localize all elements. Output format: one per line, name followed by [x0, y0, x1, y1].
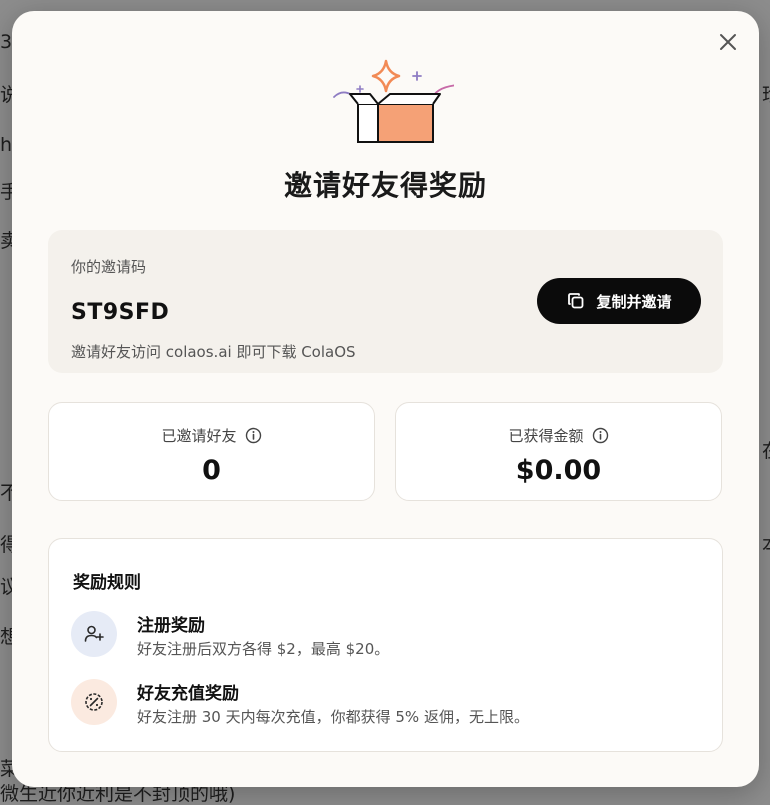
background-text: 微生近你近利是不封顶的哦): [0, 783, 236, 805]
background-text: 在: [762, 442, 770, 461]
background-text: 本: [762, 536, 770, 555]
close-icon: [720, 34, 736, 50]
background-text: 珍: [762, 86, 770, 105]
user-plus-icon: [71, 611, 117, 657]
info-icon[interactable]: [245, 427, 262, 444]
earned-amount-card: 已获得金额 $0.00: [395, 402, 722, 501]
invited-friends-count: 0: [202, 455, 221, 486]
copy-button-label: 复制并邀请: [596, 292, 672, 311]
rule-desc: 好友注册 30 天内每次充值，你都获得 5% 返佣，无上限。: [137, 708, 529, 726]
earned-amount-label: 已获得金额: [508, 427, 584, 445]
rule-item-recharge: 好友充值奖励 好友注册 30 天内每次充值，你都获得 5% 返佣，无上限。: [71, 679, 691, 727]
gift-box-icon: [333, 59, 454, 143]
copy-and-invite-button[interactable]: 复制并邀请: [537, 278, 701, 324]
close-button[interactable]: [716, 30, 740, 54]
discount-badge-icon: [71, 679, 117, 725]
earned-amount-value: $0.00: [515, 455, 602, 486]
invite-code-card: 你的邀请码 ST9SFD 邀请好友访问 colaos.ai 即可下载 ColaO…: [48, 230, 723, 373]
rule-item-signup: 注册奖励 好友注册后双方各得 $2，最高 $20。: [71, 611, 691, 659]
invite-modal: 邀请好友得奖励 你的邀请码 ST9SFD 邀请好友访问 colaos.ai 即可…: [12, 11, 759, 787]
invited-friends-label: 已邀请好友: [161, 427, 237, 445]
reward-rules-title: 奖励规则: [73, 573, 141, 593]
rule-desc: 好友注册后双方各得 $2，最高 $20。: [137, 640, 390, 658]
copy-icon: [568, 293, 584, 309]
invite-code-label: 你的邀请码: [71, 258, 147, 276]
invite-code-value: ST9SFD: [71, 300, 170, 325]
reward-rules-card: 奖励规则 注册奖励 好友注册后双方各得 $2，最高 $20。 好友充值奖励 好友…: [48, 538, 723, 752]
invite-hint-text: 邀请好友访问 colaos.ai 即可下载 ColaOS: [71, 343, 356, 361]
rule-name: 注册奖励: [137, 616, 205, 636]
invited-friends-card: 已邀请好友 0: [48, 402, 375, 501]
modal-title: 邀请好友得奖励: [283, 169, 487, 202]
rule-name: 好友充值奖励: [137, 684, 239, 704]
info-icon[interactable]: [592, 427, 609, 444]
background-text: 3: [0, 31, 13, 53]
